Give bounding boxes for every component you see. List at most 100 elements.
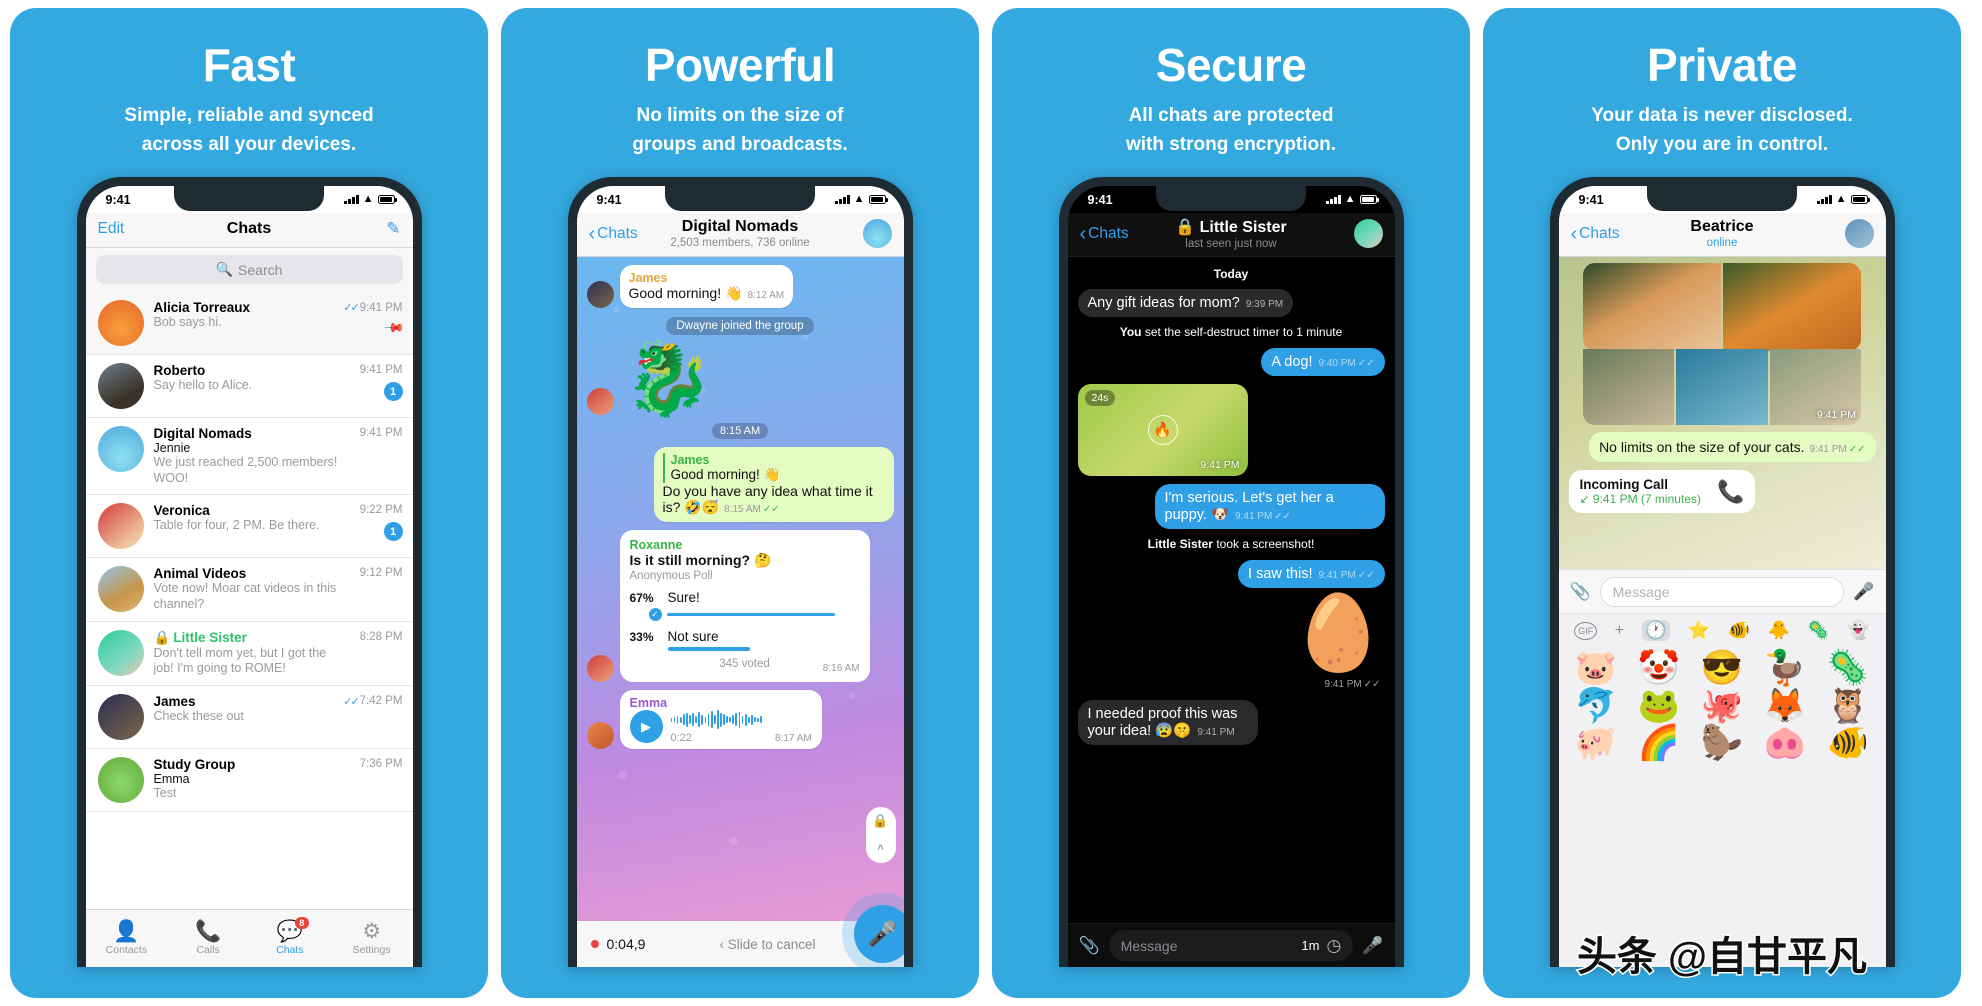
call-row[interactable]: Incoming Call ↙ 9:41 PM (7 minutes) 📞 [1568,470,1876,513]
photo[interactable] [1676,349,1768,425]
sticker-item[interactable]: 🐸 [1629,688,1690,725]
message-row[interactable]: I saw this! 9:41 PM ✓✓ [1078,560,1385,588]
sticker-item[interactable]: 🐽 [1755,726,1816,762]
paperclip-icon[interactable]: 📎 [1570,582,1591,602]
panel-subtitle: Your data is never disclosed. Only you a… [1591,102,1853,159]
message-row[interactable]: James Good morning! 👋 8:12 AM [586,265,894,308]
sticker-pack-icon[interactable]: 🐠 [1728,620,1750,641]
message-time: 8:12 AM [747,290,785,301]
sticker-item[interactable]: 🦠 [1818,650,1879,687]
table-row[interactable]: Digital Nomads Jennie We just reached 2,… [85,418,413,496]
photo[interactable] [1583,349,1675,425]
compose-icon[interactable]: ✎ [386,219,400,239]
call-card[interactable]: Incoming Call ↙ 9:41 PM (7 minutes) 📞 [1568,470,1756,513]
tab-settings[interactable]: ⚙ Settings [331,921,413,956]
edit-button[interactable]: Edit [98,220,125,238]
message-input[interactable]: Message [1599,576,1845,607]
table-row[interactable]: James Check these out ✓✓ 7:42 PM [85,686,413,749]
poll-option[interactable]: 33% Not sure [630,629,860,651]
sticker-item[interactable]: 🐷 [1566,650,1627,687]
recent-icon[interactable]: 🕐 [1641,620,1671,641]
avatar [97,503,144,550]
record-lock-control[interactable]: 🔒 ^ [865,807,896,863]
paperclip-icon[interactable]: 📎 [1079,936,1100,956]
sticker-toolbar[interactable]: GIF + 🕐 ⭐ 🐠 🐥 🦠 👻 [1558,613,1886,647]
sticker-grid[interactable]: 🐷 🤡 😎 🦆 🦠 🐬 🐸 🐙 🦊 🦉 🐖 🌈 🦫 🐽 🐠 [1558,647,1886,967]
back-button[interactable]: ‹ Chats [1571,224,1620,244]
sticker-item[interactable]: 🐙 [1692,688,1753,725]
subtitle-line: Simple, reliable and synced [124,105,374,126]
sticker-item[interactable]: 🌈 [1629,726,1690,762]
chat-list[interactable]: Alicia Torreaux Bob says hi. ✓✓ 9:41 PM 📌… [85,292,413,909]
poll-row[interactable]: Roxanne Is it still morning? 🤔 Anonymous… [586,530,894,682]
play-icon[interactable]: ▶ [629,710,663,743]
photo-album-top[interactable] [1583,263,1861,351]
phone-icon[interactable]: 📞 [1717,479,1744,505]
sticker-pack-icon[interactable]: ⭐ [1688,620,1710,641]
message-row[interactable]: James Good morning! 👋 Do you have any id… [587,447,894,522]
timer-icon[interactable]: ◷ [1326,936,1341,956]
photo[interactable] [1723,263,1861,351]
panel-subtitle: No limits on the size of groups and broa… [632,102,847,159]
sticker-item[interactable]: 🦊 [1755,688,1816,725]
back-button[interactable]: ‹ Chats [589,224,638,244]
gif-icon[interactable]: GIF [1574,621,1598,640]
sticker-item[interactable]: 🐠 [1818,726,1879,762]
panel-powerful: Powerful No limits on the size of groups… [501,8,979,998]
photo-album-bottom[interactable]: 9:41 PM [1583,349,1861,425]
add-sticker-icon[interactable]: + [1615,622,1624,640]
sticker-item[interactable]: 🦫 [1692,726,1753,762]
search-input[interactable]: 🔍 Search [95,255,403,284]
photo[interactable]: 9:41 PM [1769,349,1861,425]
system-message-text: Dwayne joined the group [666,317,814,335]
message-thread[interactable]: 9:41 PM No limits on the size of your ca… [1558,257,1886,569]
back-button[interactable]: ‹ Chats [1080,224,1129,244]
message-input[interactable]: Message 1m ◷ [1108,930,1354,961]
message-row[interactable]: A dog! 9:40 PM ✓✓ [1078,348,1385,376]
sticker-item[interactable]: 🐖 [1566,726,1627,762]
sticker-item[interactable]: 🤡 [1629,650,1690,687]
self-destruct-timer-label[interactable]: 1m [1301,938,1319,953]
read-ticks-icon: ✓✓ [343,695,360,708]
self-destruct-media-row[interactable]: 24s 🔥 9:41 PM [1077,384,1385,476]
avatar[interactable] [1353,219,1383,248]
table-row[interactable]: Animal Videos Vote now! Moar cat videos … [85,558,413,622]
sticker-item[interactable]: 😎 [1692,650,1753,687]
table-row[interactable]: Study Group Emma Test 7:36 PM [85,749,413,812]
slide-to-cancel[interactable]: ‹ Slide to cancel [645,937,889,952]
table-row[interactable]: Veronica Table for four, 2 PM. Be there.… [85,495,413,559]
sticker-item[interactable]: 🦆 [1755,650,1816,687]
sticker-row[interactable]: 🐉 [586,343,894,415]
sticker-pack-icon[interactable]: 👻 [1847,620,1869,641]
microphone-icon[interactable]: 🎤 [1853,582,1874,602]
message-thread[interactable]: Today Any gift ideas for mom? 9:39 PM You… [1067,257,1395,923]
poll-option[interactable]: 67% Sure! ✓ [630,590,860,621]
message-row[interactable]: No limits on the size of your cats. 9:41 … [1569,432,1876,462]
message-thread[interactable]: James Good morning! 👋 8:12 AM Dwayne join… [576,257,904,921]
message-row[interactable]: Any gift ideas for mom? 9:39 PM [1077,289,1385,317]
message-row[interactable]: I needed proof this was your idea! 😰🤫 9:4… [1077,700,1385,745]
tab-chats[interactable]: 💬 8 Chats [249,917,331,956]
chat-name-label: Little Sister [173,630,247,645]
table-row[interactable]: Alicia Torreaux Bob says hi. ✓✓ 9:41 PM 📌 [85,292,413,355]
voice-message-row[interactable]: Emma ▶ 0:22 8:17 AM [586,689,894,749]
avatar[interactable] [1844,219,1874,248]
self-destruct-media[interactable]: 24s 🔥 9:41 PM [1077,384,1248,476]
avatar[interactable] [862,219,892,248]
poll-card[interactable]: Roxanne Is it still morning? 🤔 Anonymous… [619,530,870,682]
table-row[interactable]: Roberto Say hello to Alice. 9:41 PM 1 [85,355,413,418]
back-label: Chats [1088,224,1129,242]
sticker-item[interactable]: 🐬 [1566,688,1627,725]
sticker-pack-icon[interactable]: 🦠 [1807,620,1829,641]
sticker-item[interactable]: 🦉 [1818,688,1879,725]
photo[interactable] [1583,263,1721,351]
microphone-icon[interactable]: 🎤 [1362,936,1383,956]
read-ticks-icon: ✓✓ [1848,444,1866,455]
sticker-row[interactable]: 🥚 [1078,596,1384,670]
microphone-icon[interactable]: 🎤 [853,905,904,963]
sticker-pack-icon[interactable]: 🐥 [1767,620,1789,641]
tab-calls[interactable]: 📞 Calls [167,921,249,956]
table-row[interactable]: 🔒 Little Sister Don't tell mom yet, but I… [85,622,413,686]
tab-contacts[interactable]: 👤 Contacts [86,921,168,956]
message-row[interactable]: I'm serious. Let's get her a puppy. 🐶 9:4… [1078,484,1385,529]
